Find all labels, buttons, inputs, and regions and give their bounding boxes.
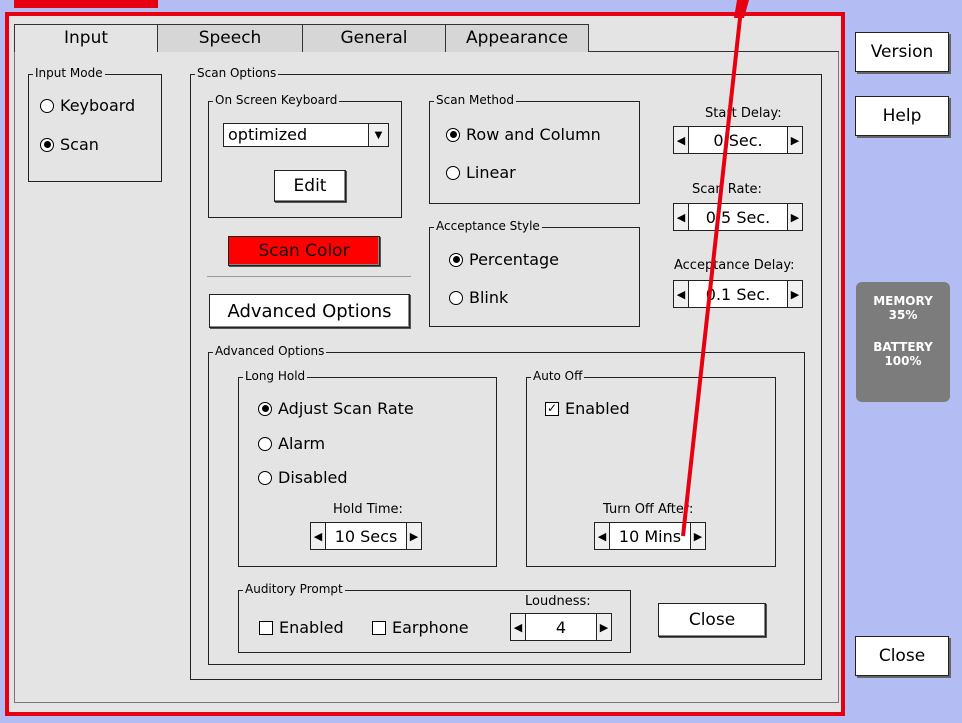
- annotation-arrow-head: [734, 0, 749, 18]
- annotation-arrow-line: [681, 0, 744, 537]
- annotation-arrow: [681, 0, 749, 537]
